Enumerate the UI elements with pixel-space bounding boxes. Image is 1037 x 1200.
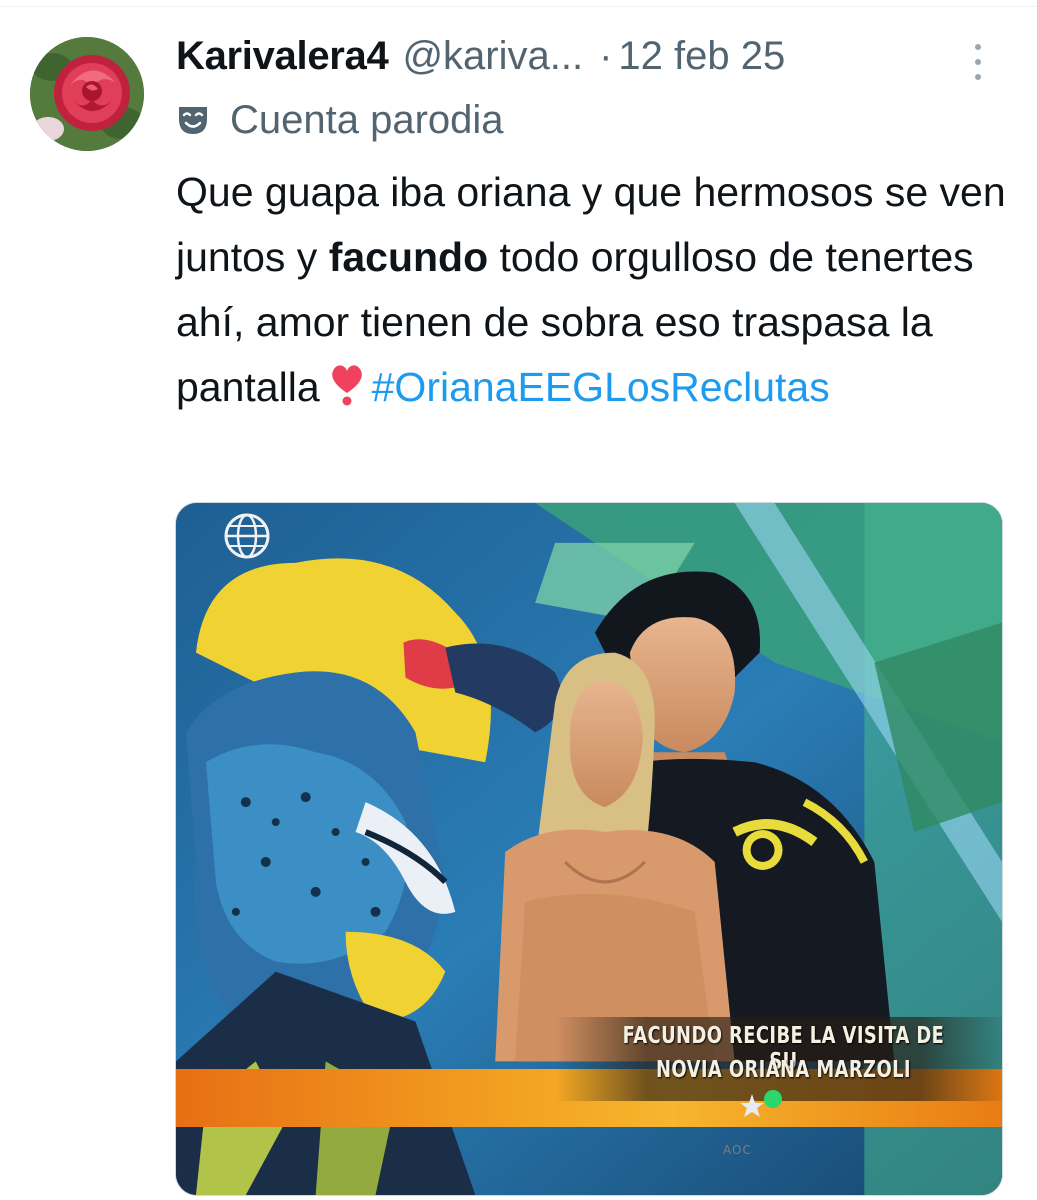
display-name[interactable]: Karivalera4 <box>176 34 389 79</box>
tweet-text: Que guapa iba oriana y que hermosos se v… <box>176 160 1006 420</box>
parody-label: Cuenta parodia <box>230 97 504 142</box>
more-vertical-icon[interactable] <box>966 44 990 80</box>
heart-exclamation-icon <box>331 365 362 406</box>
globe-logo-icon <box>224 513 270 559</box>
hashtag-link[interactable]: #OrianaEEGLosReclutas <box>372 364 830 410</box>
tv-brand-label: AOC <box>723 1143 752 1157</box>
caption-banner: FACUNDO RECIBE LA VISITA DE SU NOVIA ORI… <box>556 1017 1002 1101</box>
separator-dot: · <box>599 33 613 78</box>
avatar[interactable] <box>30 37 144 151</box>
star-icon <box>740 1094 764 1117</box>
theater-mask-icon <box>179 107 207 134</box>
tweet-media[interactable]: FACUNDO RECIBE LA VISITA DE SU NOVIA ORI… <box>175 502 1003 1196</box>
top-divider <box>0 6 1037 7</box>
parody-badge: Cuenta parodia <box>176 95 504 145</box>
tweet-date[interactable]: 12 feb 25 <box>618 34 785 79</box>
rose-image <box>30 37 144 151</box>
tweet-bold-word: facundo <box>328 234 489 280</box>
user-handle[interactable]: @kariva... <box>402 34 583 79</box>
caption-line-2: NOVIA ORIANA MARZOLI <box>656 1057 911 1083</box>
live-indicator-dot <box>764 1090 782 1108</box>
tweet-header: Karivalera4 @kariva... · 12 feb 25 <box>176 30 785 82</box>
